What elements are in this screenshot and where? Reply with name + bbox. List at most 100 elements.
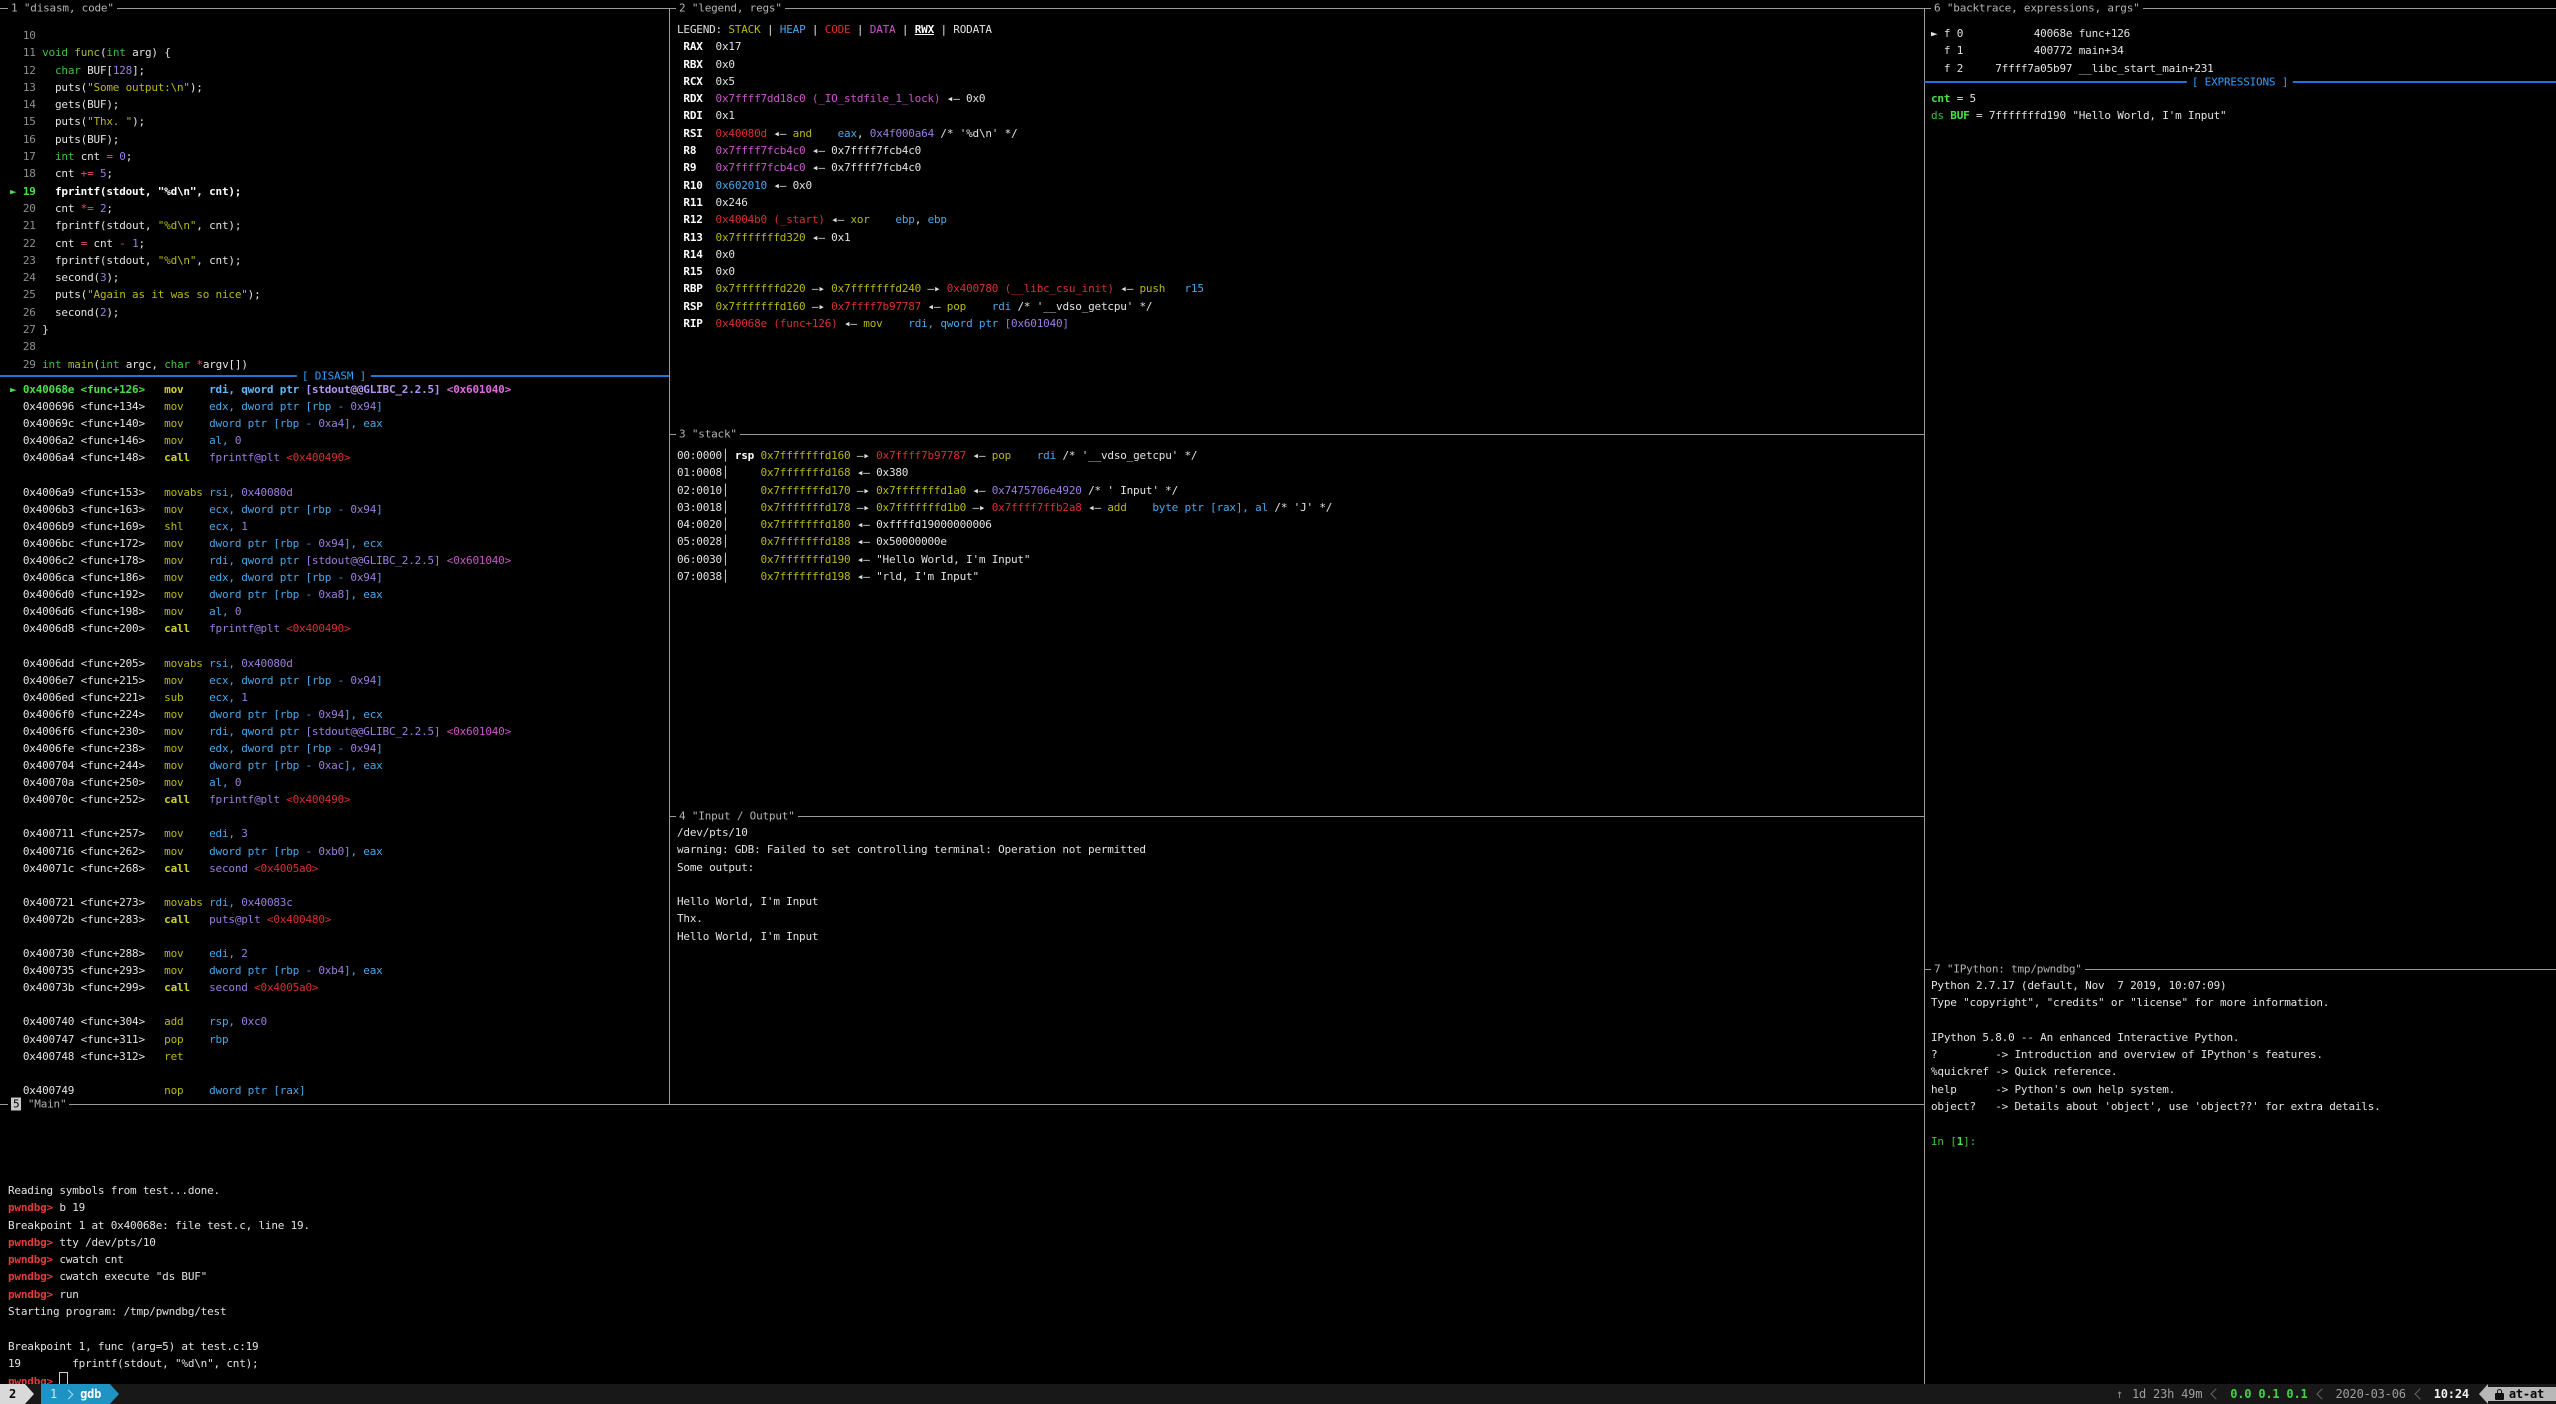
terminal-line: 05:0028│ 0x7fffffffd188 ◂— 0x50000000e xyxy=(677,533,1332,550)
terminal-line: 0x4006f0 <func+224> mov dword ptr [rbp -… xyxy=(10,706,511,723)
terminal-line: 0x4006b3 <func+163> mov ecx, dword ptr [… xyxy=(10,501,511,518)
terminal-line: f 1 400772 main+34 xyxy=(1931,42,2214,59)
tmux-status-bar: 2 1 gdb ↑ 1d 23h 49m 0.0 0.1 0.1 2020-03… xyxy=(0,1384,2556,1404)
terminal-line: 0x400748 <func+312> ret xyxy=(10,1048,511,1065)
terminal-line: 14 gets(BUF); xyxy=(10,96,261,113)
terminal-line: 23 fprintf(stdout, "%d\n", cnt); xyxy=(10,252,261,269)
terminal-line: RAX 0x17 xyxy=(677,38,1204,55)
terminal-line: 0x4006bc <func+172> mov dword ptr [rbp -… xyxy=(10,535,511,552)
window-index: 1 xyxy=(50,1387,57,1401)
terminal-line: 10 xyxy=(10,27,261,44)
terminal-line xyxy=(10,637,511,654)
terminal-line: 0x4006ca <func+186> mov edx, dword ptr [… xyxy=(10,569,511,586)
terminal-line: Breakpoint 1, func (arg=5) at test.c:19 xyxy=(8,1338,310,1355)
gdb-console-output: Reading symbols from test...done. pwndbg>… xyxy=(8,1182,310,1390)
terminal-line: R13 0x7fffffffd320 ◂— 0x1 xyxy=(677,229,1204,246)
chevron-left-icon xyxy=(2211,1388,2222,1399)
terminal-line: 26 second(2); xyxy=(10,304,261,321)
terminal-line: 11 void func(int arg) { xyxy=(10,44,261,61)
expressions-watch: cnt = 5ds BUF = 7fffffffd190 "Hello Worl… xyxy=(1931,90,2226,125)
terminal-line xyxy=(10,808,511,825)
terminal-line: 15 puts("Thx. "); xyxy=(10,113,261,130)
terminal-line: 0x400711 <func+257> mov edi, 3 xyxy=(10,825,511,842)
pane-title-stack: 3 "stack" xyxy=(676,428,740,441)
status-time: 10:24 xyxy=(2434,1387,2469,1401)
terminal-line: 18 cnt += 5; xyxy=(10,165,261,182)
terminal-line: Thx. xyxy=(677,910,1146,927)
terminal-line: ? -> Introduction and overview of IPytho… xyxy=(1931,1046,2381,1063)
terminal-line: 0x400749 nop dword ptr [rax] xyxy=(10,1082,511,1099)
terminal-line: 24 second(3); xyxy=(10,269,261,286)
terminal-line: RDI 0x1 xyxy=(677,107,1204,124)
terminal-line: 0x400721 <func+273> movabs rdi, 0x40083c xyxy=(10,894,511,911)
terminal-line xyxy=(8,1320,310,1337)
terminal-line xyxy=(10,1065,511,1082)
terminal-line: 0x4006e7 <func+215> mov ecx, dword ptr [… xyxy=(10,672,511,689)
terminal-line: Python 2.7.17 (default, Nov 7 2019, 10:0… xyxy=(1931,977,2381,994)
terminal-line: RCX 0x5 xyxy=(677,73,1204,90)
terminal-line: R15 0x0 xyxy=(677,263,1204,280)
terminal-line: 0x4006f6 <func+230> mov rdi, qword ptr [… xyxy=(10,723,511,740)
status-date: 2020-03-06 xyxy=(2336,1387,2406,1401)
terminal-line: 0x40073b <func+299> call second <0x4005a… xyxy=(10,979,511,996)
terminal-line: 29 int main(int argc, char *argv[]) xyxy=(10,356,261,373)
terminal-line: 25 puts("Again as it was so nice"); xyxy=(10,286,261,303)
terminal-line: RBP 0x7fffffffd220 —▸ 0x7fffffffd240 —▸ … xyxy=(677,280,1204,297)
status-left: 2 1 gdb xyxy=(0,1384,119,1404)
terminal-line: /dev/pts/10 xyxy=(677,824,1146,841)
border-stack-top xyxy=(669,434,1924,435)
terminal-line: R11 0x246 xyxy=(677,194,1204,211)
terminal-line xyxy=(10,877,511,894)
terminal-line: Breakpoint 1 at 0x40068e: file test.c, l… xyxy=(8,1217,310,1234)
terminal-line: RDX 0x7ffff7dd18c0 (_IO_stdfile_1_lock) … xyxy=(677,90,1204,107)
terminal-line: 0x4006a9 <func+153> movabs rsi, 0x40080d xyxy=(10,484,511,501)
window-name: gdb xyxy=(80,1387,101,1401)
program-io-output: /dev/pts/10warning: GDB: Failed to set c… xyxy=(677,824,1146,945)
terminal-line: 0x4006c2 <func+178> mov rdi, qword ptr [… xyxy=(10,552,511,569)
terminal-line: 0x4006a2 <func+146> mov al, 0 xyxy=(10,432,511,449)
terminal-line xyxy=(1931,1115,2381,1132)
terminal-line: 0x40072b <func+283> call puts@plt <0x400… xyxy=(10,911,511,928)
terminal-line: pwndbg> tty /dev/pts/10 xyxy=(8,1234,310,1251)
border-main-top xyxy=(0,1104,1924,1105)
pane-backtrace-expressions[interactable] xyxy=(1924,0,2556,969)
terminal-line: LEGEND: STACK | HEAP | CODE | DATA | RWX… xyxy=(677,21,1204,38)
terminal-line: 0x4006d6 <func+198> mov al, 0 xyxy=(10,603,511,620)
terminal-line: f 2 7ffff7a05b97 __libc_start_main+231 xyxy=(1931,60,2214,77)
terminal-line: 21 fprintf(stdout, "%d\n", cnt); xyxy=(10,217,261,234)
terminal-line: cnt = 5 xyxy=(1931,90,2226,107)
terminal-line: 28 xyxy=(10,338,261,355)
load-average: 0.0 0.1 0.1 xyxy=(2230,1387,2307,1401)
terminal-line: 00:0000│ rsp 0x7fffffffd160 —▸ 0x7ffff7b… xyxy=(677,447,1332,464)
terminal-line: Reading symbols from test...done. xyxy=(8,1182,310,1199)
terminal-line: R10 0x602010 ◂— 0x0 xyxy=(677,177,1204,194)
terminal-line: 0x4006ed <func+221> sub ecx, 1 xyxy=(10,689,511,706)
chevron-left-icon xyxy=(2414,1388,2425,1399)
terminal-line: ► f 0 40068e func+126 xyxy=(1931,25,2214,42)
terminal-line: pwndbg> run xyxy=(8,1286,310,1303)
terminal-line: 0x400730 <func+288> mov edi, 2 xyxy=(10,945,511,962)
terminal-line: 0x4006d8 <func+200> call fprintf@plt <0x… xyxy=(10,620,511,637)
tmux-window-tab-gdb[interactable]: 1 gdb xyxy=(41,1384,110,1404)
terminal-line: 13 puts("Some output:\n"); xyxy=(10,79,261,96)
powerline-arrow-icon xyxy=(2479,1384,2488,1404)
active-pane-number: 5 xyxy=(11,1098,21,1111)
terminal-line xyxy=(677,876,1146,893)
terminal-line: Hello World, I'm Input xyxy=(677,928,1146,945)
terminal-line: R8 0x7ffff7fcb4c0 ◂— 0x7ffff7fcb4c0 xyxy=(677,142,1204,159)
pane-title-backtrace: 6 "backtrace, expressions, args" xyxy=(1931,2,2143,15)
terminal-line: Type "copyright", "credits" or "license"… xyxy=(1931,994,2381,1011)
lock-icon xyxy=(2495,1389,2504,1400)
chevron-left-icon xyxy=(2316,1388,2327,1399)
disassembly-listing: ► 0x40068e <func+126> mov rdi, qword ptr… xyxy=(10,381,511,1099)
terminal-line: 16 puts(BUF); xyxy=(10,131,261,148)
border-top xyxy=(0,8,2556,9)
terminal-line: RBX 0x0 xyxy=(677,56,1204,73)
terminal-line: RSP 0x7fffffffd160 —▸ 0x7ffff7b97787 ◂— … xyxy=(677,298,1204,315)
terminal-line: 0x400704 <func+244> mov dword ptr [rbp -… xyxy=(10,757,511,774)
terminal-line: 0x400716 <func+262> mov dword ptr [rbp -… xyxy=(10,843,511,860)
terminal-line: 0x4006fe <func+238> mov edx, dword ptr [… xyxy=(10,740,511,757)
terminal-line: help -> Python's own help system. xyxy=(1931,1081,2381,1098)
terminal-line: Some output: xyxy=(677,859,1146,876)
terminal-line: 0x400735 <func+293> mov dword ptr [rbp -… xyxy=(10,962,511,979)
